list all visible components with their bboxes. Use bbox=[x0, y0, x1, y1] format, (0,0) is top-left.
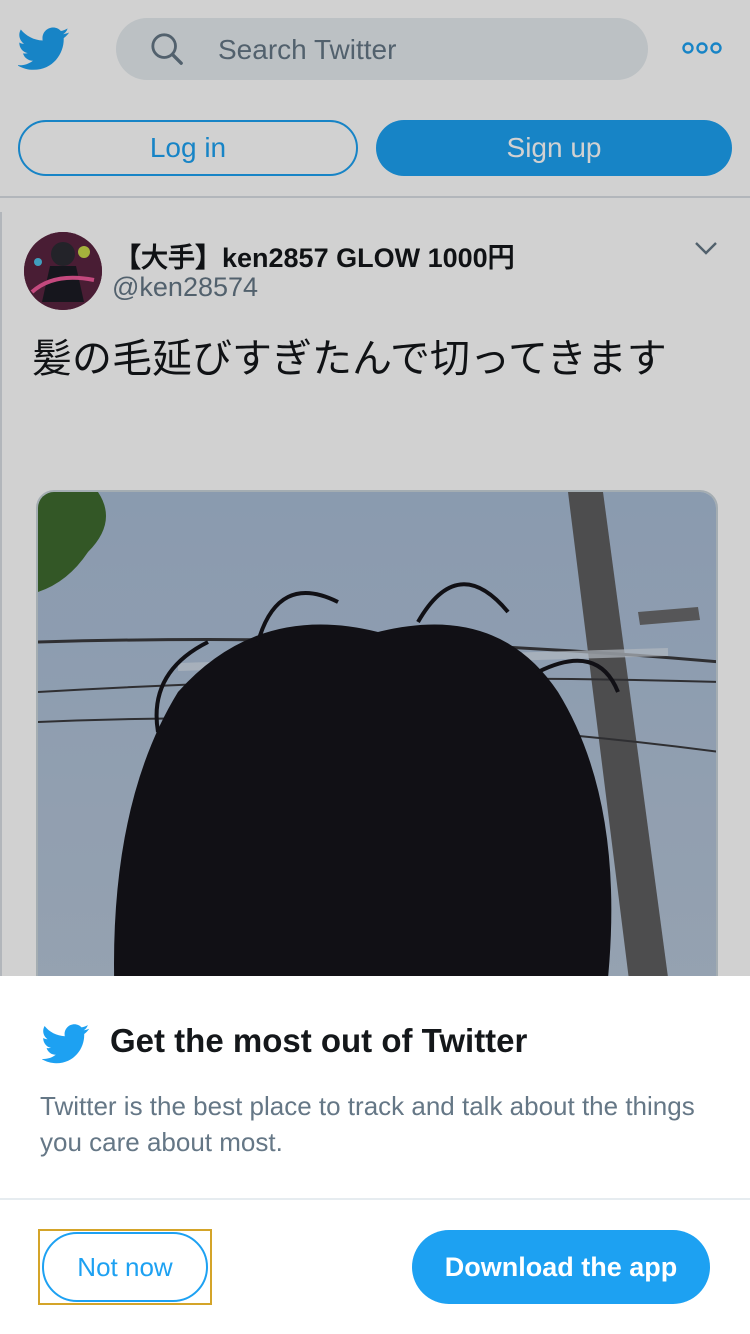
not-now-button[interactable]: Not now bbox=[42, 1232, 208, 1302]
divider bbox=[0, 1198, 750, 1200]
app-promo-sheet: Get the most out of Twitter Twitter is t… bbox=[0, 976, 750, 1334]
twitter-bird-icon bbox=[42, 1024, 90, 1064]
sheet-description: Twitter is the best place to track and t… bbox=[40, 1091, 695, 1157]
download-app-button[interactable]: Download the app bbox=[412, 1230, 710, 1304]
sheet-title: Get the most out of Twitter bbox=[110, 1022, 528, 1059]
